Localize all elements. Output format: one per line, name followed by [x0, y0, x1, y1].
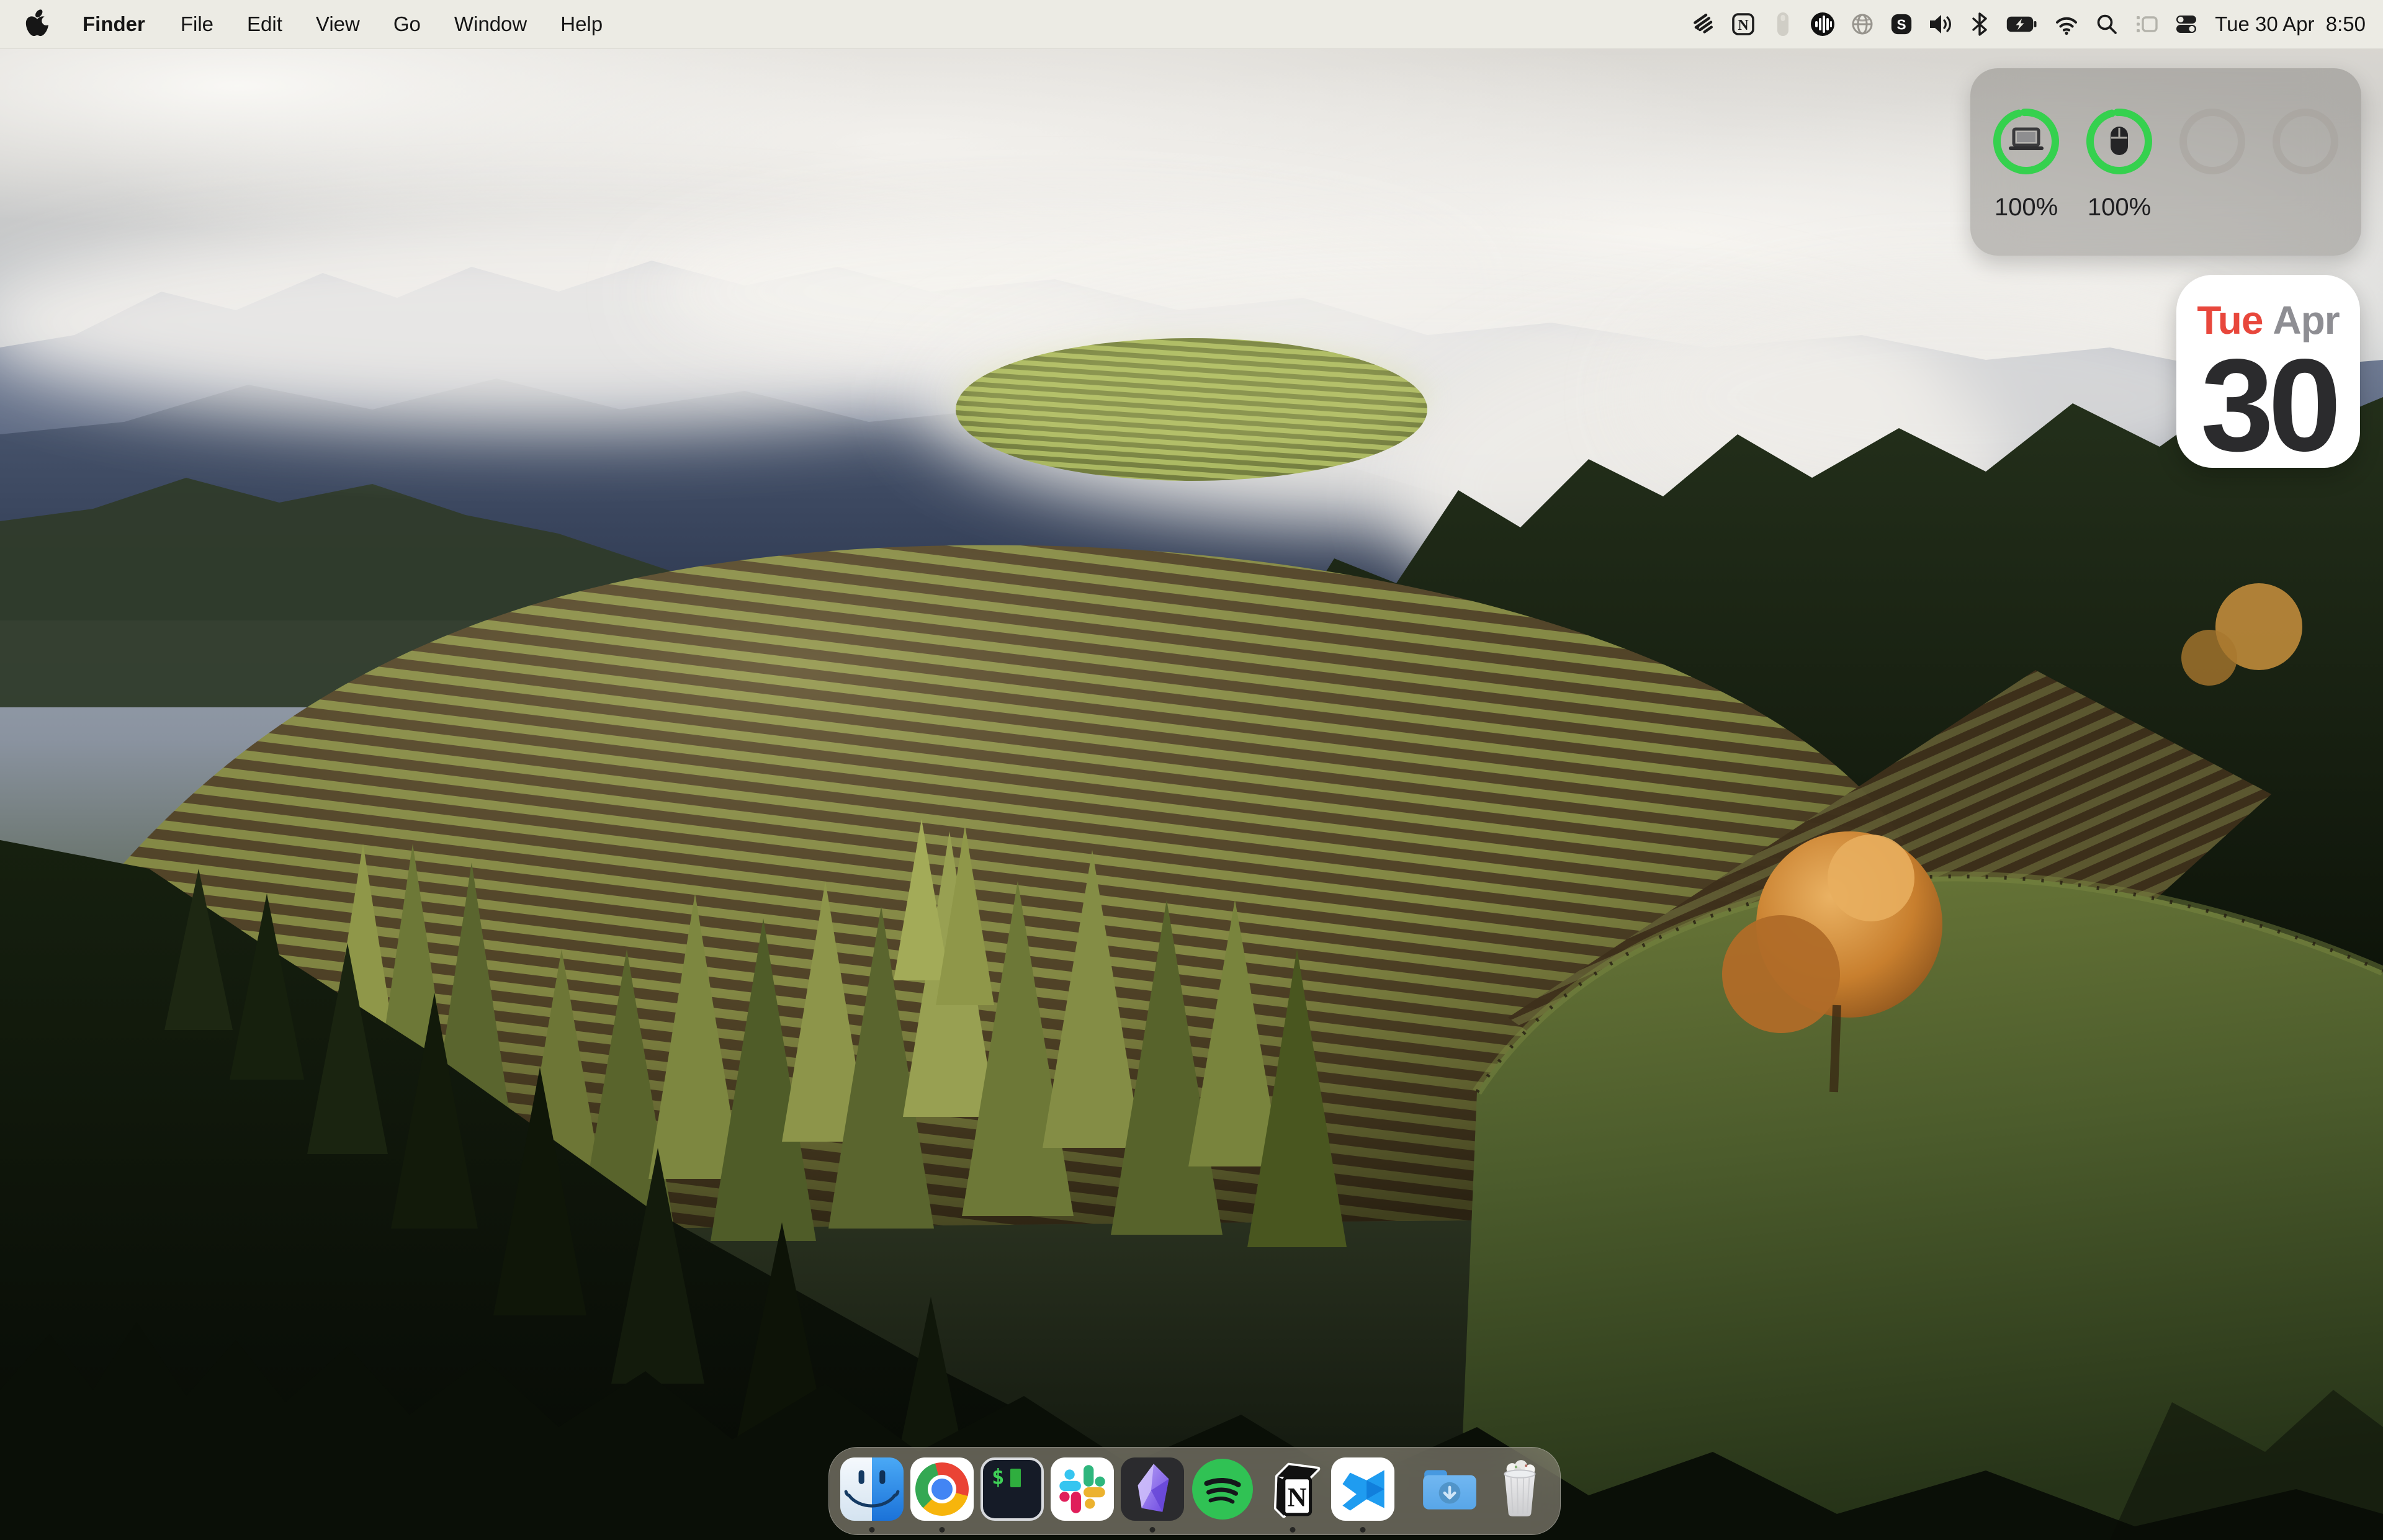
- apple-icon: [25, 9, 50, 39]
- audio-waveform-icon[interactable]: [1810, 12, 1835, 37]
- laptop-battery-percent: 100%: [1995, 194, 2058, 222]
- finder-icon: [840, 1457, 904, 1521]
- battery-slot-empty-1: [2176, 68, 2248, 256]
- terminal-cursor: [1010, 1469, 1021, 1487]
- dock-item-notion[interactable]: N: [1261, 1457, 1324, 1534]
- battery-slot-macbook: 100%: [1990, 68, 2062, 256]
- calendar-day-number: 30: [2176, 344, 2360, 465]
- svg-text:N: N: [1288, 1484, 1307, 1513]
- menu-bar: Finder File Edit View Go Window Help N: [0, 0, 2383, 49]
- vscode-icon: [1331, 1457, 1394, 1521]
- s-app-icon[interactable]: S: [1890, 12, 1913, 36]
- running-indicator: [940, 1527, 945, 1533]
- mouse-icon: [2111, 127, 2128, 155]
- batteries-widget[interactable]: 100% 100%: [1970, 68, 2361, 256]
- dock-item-slack[interactable]: [1051, 1457, 1114, 1534]
- battery-slot-mouse: 100%: [2083, 68, 2155, 256]
- battery-capsule-icon[interactable]: [1770, 11, 1795, 37]
- battery-slot-empty-2: [2269, 68, 2341, 256]
- dock-item-vscode[interactable]: [1331, 1457, 1394, 1534]
- slack-icon: [1051, 1457, 1114, 1521]
- dock: $: [828, 1447, 1561, 1535]
- chrome-icon: [910, 1457, 974, 1521]
- dock-item-downloads[interactable]: [1418, 1457, 1481, 1534]
- menu-view[interactable]: View: [299, 12, 377, 36]
- desktop: Finder File Edit View Go Window Help N: [0, 0, 2383, 1540]
- bluetooth-icon[interactable]: [1969, 11, 1990, 37]
- running-indicator: [869, 1527, 875, 1533]
- running-indicator: [1360, 1527, 1366, 1533]
- menu-window[interactable]: Window: [438, 12, 544, 36]
- spotlight-search-icon[interactable]: [2094, 12, 2119, 37]
- menu-file[interactable]: File: [164, 12, 230, 36]
- stage-manager-icon[interactable]: [2134, 12, 2159, 37]
- running-indicator: [1290, 1527, 1296, 1533]
- origami-bird-icon[interactable]: [1691, 12, 1716, 37]
- menu-bar-status: N S: [1684, 11, 2383, 37]
- dock-item-obsidian[interactable]: [1121, 1457, 1184, 1534]
- menu-go[interactable]: Go: [377, 12, 438, 36]
- globe-icon[interactable]: [1850, 12, 1875, 37]
- dock-item-trash[interactable]: [1488, 1457, 1551, 1534]
- menu-bar-left: Finder File Edit View Go Window Help: [0, 9, 619, 39]
- apple-menu[interactable]: [0, 9, 66, 39]
- svg-text:N: N: [1738, 17, 1749, 34]
- dock-item-chrome[interactable]: [910, 1457, 974, 1534]
- dock-item-finder[interactable]: [840, 1457, 904, 1534]
- wifi-icon[interactable]: [2053, 12, 2080, 37]
- control-center-icon[interactable]: [2174, 12, 2199, 37]
- mouse-battery-percent: 100%: [2088, 194, 2151, 222]
- dock-item-terminal[interactable]: $: [981, 1457, 1044, 1534]
- running-indicator: [1150, 1527, 1156, 1533]
- menu-edit[interactable]: Edit: [230, 12, 299, 36]
- terminal-icon: $: [981, 1457, 1044, 1521]
- mouse-battery-ring: [2083, 105, 2155, 177]
- downloads-folder-icon: [1418, 1457, 1481, 1521]
- empty-battery-ring: [2269, 105, 2341, 177]
- menu-app-name[interactable]: Finder: [66, 12, 164, 36]
- menu-help[interactable]: Help: [544, 12, 619, 36]
- obsidian-icon: [1121, 1457, 1184, 1521]
- calendar-widget[interactable]: TueApr 30: [2176, 275, 2360, 468]
- menu-bar-clock[interactable]: Tue 30 Apr 8:50: [2215, 12, 2366, 36]
- dock-item-spotify[interactable]: [1191, 1457, 1254, 1534]
- spotify-icon: [1191, 1457, 1254, 1521]
- laptop-icon: [2009, 129, 2044, 150]
- volume-icon[interactable]: [1928, 12, 1954, 37]
- laptop-battery-ring: [1990, 105, 2062, 177]
- svg-text:S: S: [1897, 17, 1906, 33]
- empty-battery-ring: [2176, 105, 2248, 177]
- notion-icon[interactable]: N: [1731, 12, 1756, 37]
- trash-full-icon: [1488, 1457, 1551, 1521]
- battery-charging-icon[interactable]: [2005, 12, 2039, 37]
- notion-icon-dock: N: [1261, 1457, 1324, 1521]
